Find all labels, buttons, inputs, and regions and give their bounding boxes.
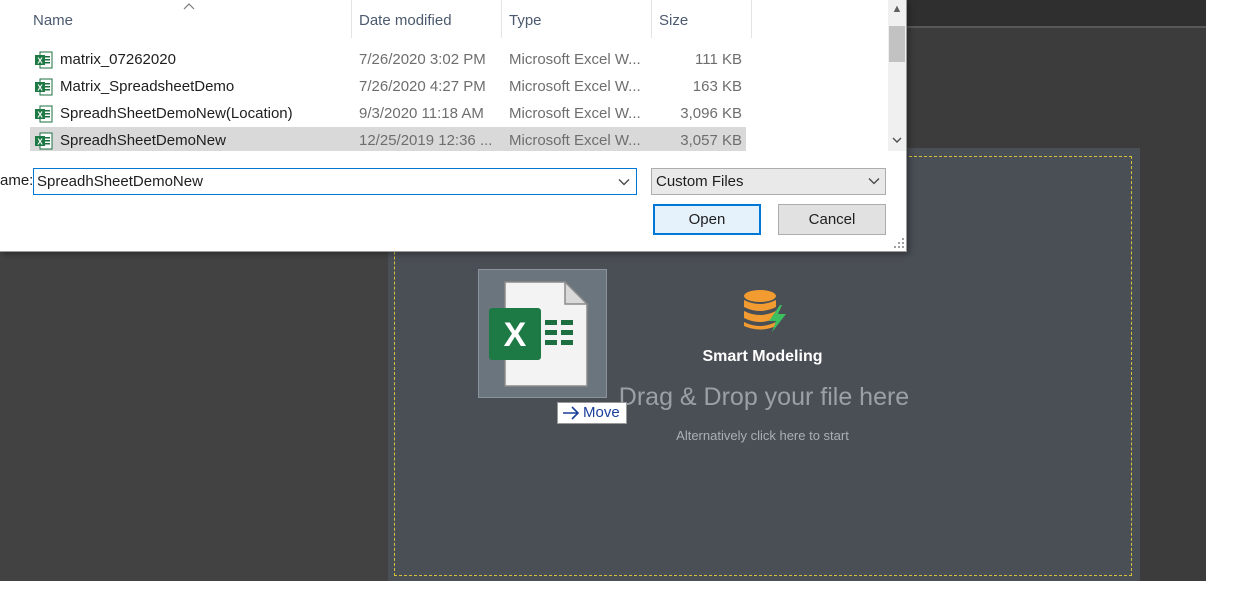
sort-ascending-icon [183, 3, 195, 10]
cancel-button[interactable]: Cancel [778, 204, 886, 235]
open-button[interactable]: Open [653, 204, 761, 235]
excel-file-icon: X [35, 132, 53, 150]
file-name: SpreadhSheetDemoNew(Location) [60, 105, 293, 122]
scroll-down-icon[interactable] [888, 132, 906, 150]
app-top-bar [905, 0, 1206, 28]
brand-title: Smart Modeling [702, 348, 823, 365]
file-name-input[interactable] [33, 168, 637, 195]
svg-text:X: X [37, 84, 43, 93]
file-size: 3,096 KB [680, 105, 742, 122]
file-row[interactable]: X Matrix_SpreadsheetDemo 7/26/2020 4:27 … [30, 73, 746, 100]
resize-grip-icon[interactable] [893, 237, 905, 249]
svg-text:X: X [37, 111, 43, 120]
file-type: Microsoft Excel W... [509, 51, 641, 68]
svg-text:X: X [37, 57, 43, 66]
file-date: 7/26/2020 3:02 PM [359, 51, 486, 68]
excel-file-icon: X [35, 51, 53, 69]
file-size: 163 KB [692, 78, 742, 95]
excel-file-icon: X [35, 78, 53, 96]
excel-document-icon: X [489, 280, 589, 387]
file-type: Microsoft Excel W... [509, 105, 641, 122]
file-date: 7/26/2020 4:27 PM [359, 78, 486, 95]
arrow-right-icon [563, 406, 580, 420]
file-list-scrollbar[interactable] [888, 0, 906, 151]
file-date: 12/25/2019 12:36 ... [359, 132, 493, 149]
left-panel [0, 252, 388, 581]
scrollbar-thumb[interactable] [889, 26, 905, 62]
chevron-down-icon [868, 178, 880, 185]
svg-text:X: X [504, 316, 527, 354]
file-date: 9/3/2020 11:18 AM [359, 105, 484, 122]
svg-text:X: X [37, 138, 43, 147]
file-type: Microsoft Excel W... [509, 132, 641, 149]
file-name-history-dropdown[interactable] [613, 170, 635, 193]
scroll-up-icon[interactable]: ▲ [888, 0, 906, 18]
file-type: Microsoft Excel W... [509, 78, 641, 95]
drop-subtext[interactable]: Alternatively click here to start [620, 428, 905, 443]
file-type-filter-value: Custom Files [656, 173, 744, 190]
column-header-type[interactable]: Type [501, 0, 652, 38]
file-name: matrix_07262020 [60, 51, 176, 68]
file-type-filter-select[interactable]: Custom Files [651, 168, 886, 195]
file-name-label: ame: [0, 172, 34, 189]
file-name: SpreadhSheetDemoNew [60, 132, 226, 149]
drop-heading: Drag & Drop your file here [618, 383, 910, 411]
column-header-size[interactable]: Size [651, 0, 752, 38]
file-row-selected[interactable]: X SpreadhSheetDemoNew 12/25/2019 12:36 .… [30, 127, 746, 151]
excel-file-icon: X [35, 105, 53, 123]
file-row[interactable]: X SpreadhSheetDemoNew(Location) 9/3/2020… [30, 100, 746, 127]
database-bolt-icon [744, 290, 786, 332]
drag-move-hint: Move [557, 402, 627, 424]
file-list: Name Date modified Type Size X matrix_07… [0, 0, 888, 151]
column-header-row: Name Date modified Type Size [0, 0, 888, 38]
file-name: Matrix_SpreadsheetDemo [60, 78, 235, 95]
file-size: 111 KB [695, 51, 742, 68]
file-row[interactable]: X matrix_07262020 7/26/2020 3:02 PM Micr… [30, 46, 746, 73]
dragged-file-preview: X [478, 269, 607, 398]
file-size: 3,057 KB [680, 132, 742, 149]
open-file-dialog: Name Date modified Type Size X matrix_07… [0, 0, 907, 252]
column-header-date[interactable]: Date modified [351, 0, 502, 38]
drag-move-text: Move [583, 404, 620, 421]
dialog-body: Name Date modified Type Size X matrix_07… [0, 0, 906, 251]
chevron-down-icon [618, 178, 630, 185]
